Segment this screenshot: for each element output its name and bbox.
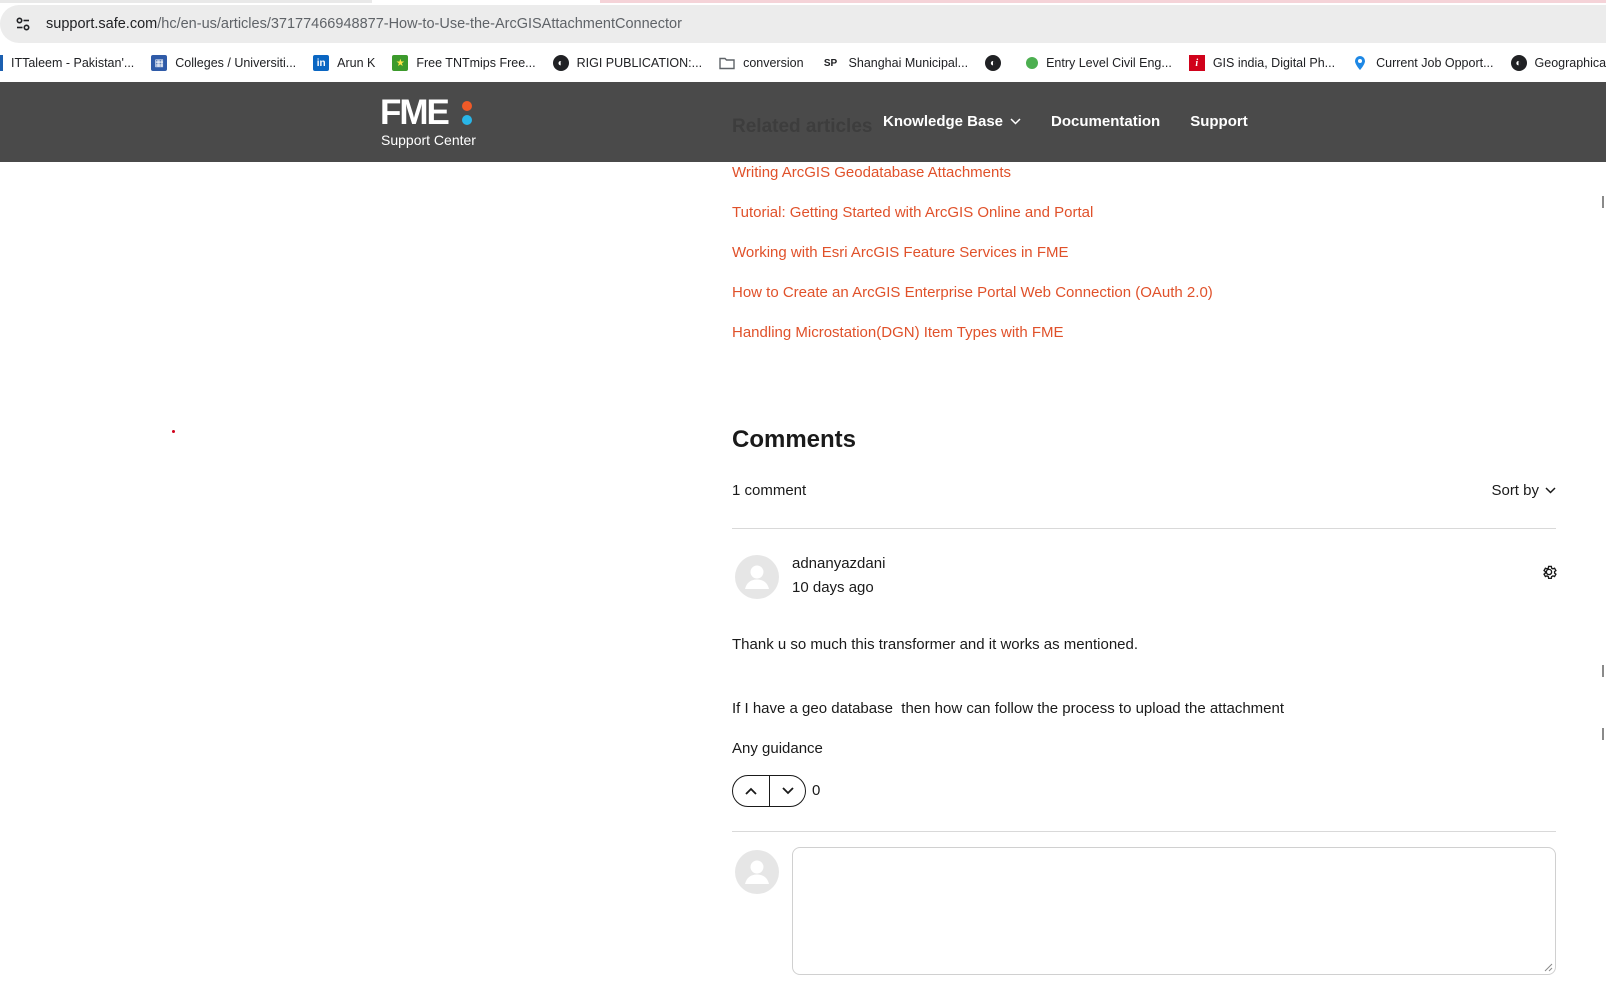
- avatar[interactable]: [735, 555, 779, 599]
- folder-icon: [719, 55, 735, 71]
- green-dot-icon: [1026, 57, 1039, 69]
- comment-author[interactable]: adnanyazdani: [792, 555, 885, 572]
- related-article-link[interactable]: Tutorial: Getting Started with ArcGIS On…: [732, 203, 1213, 243]
- nav-label: Support: [1190, 113, 1248, 130]
- url-text[interactable]: support.safe.com/hc/en-us/articles/37177…: [46, 16, 682, 32]
- bookmark-label: Geographical Infor...: [1534, 56, 1606, 70]
- logo-blue-dot: [462, 115, 472, 125]
- related-article-link[interactable]: How to Create an ArcGIS Enterprise Porta…: [732, 283, 1213, 323]
- related-article-link[interactable]: Working with Esri ArcGIS Feature Service…: [732, 243, 1213, 283]
- bookmark-current-job[interactable]: Current Job Opport...: [1352, 55, 1494, 71]
- bookmark-entry-level[interactable]: Entry Level Civil Eng...: [1026, 56, 1172, 70]
- info-red-icon: i: [1188, 55, 1205, 71]
- star-icon: ★: [392, 55, 409, 71]
- vote-control: [732, 775, 806, 807]
- url-path: /hc/en-us/articles/37177466948877-How-to…: [157, 16, 682, 32]
- site-info-icon[interactable]: [0, 5, 46, 43]
- user-avatar-icon: [745, 565, 769, 589]
- bookmark-label: Shanghai Municipal...: [848, 56, 969, 70]
- edge-marker: [1602, 196, 1604, 208]
- line-bar-icon: [0, 55, 3, 71]
- bookmark-ittaleem[interactable]: ITTaleem - Pakistan'...: [0, 55, 134, 71]
- comments-title: Comments: [732, 426, 857, 453]
- nav-documentation[interactable]: Documentation: [1051, 113, 1160, 130]
- active-tab-edge: [600, 0, 1606, 3]
- sort-by-label: Sort by: [1491, 482, 1539, 499]
- chevron-down-icon: [781, 787, 794, 795]
- linkedin-icon: in: [313, 55, 330, 71]
- current-user-avatar: [735, 850, 779, 894]
- bookmark-globe[interactable]: ◐: [985, 55, 1009, 71]
- related-articles-heading: Related articles: [732, 116, 873, 137]
- comment-reply-input[interactable]: [792, 847, 1556, 975]
- bookmark-colleges[interactable]: ▦ Colleges / Universiti...: [151, 55, 296, 71]
- comments-divider: [732, 528, 1556, 529]
- bookmark-label: Current Job Opport...: [1376, 56, 1494, 70]
- bookmark-conversion[interactable]: conversion: [719, 55, 804, 71]
- red-dot-mark: [172, 430, 175, 433]
- upvote-button[interactable]: [733, 776, 769, 806]
- globe-icon: ◐: [985, 55, 1002, 71]
- inactive-tab-edge: [0, 0, 372, 3]
- calendar-icon: ▦: [151, 55, 168, 71]
- nav-knowledge-base[interactable]: Knowledge Base: [883, 113, 1021, 130]
- edge-marker: [1602, 665, 1604, 677]
- sort-by-dropdown[interactable]: Sort by: [1491, 482, 1556, 499]
- related-article-link[interactable]: Writing ArcGIS Geodatabase Attachments: [732, 163, 1213, 203]
- sp-logo-icon: SP: [823, 57, 838, 69]
- related-articles-list: Writing ArcGIS Geodatabase Attachments T…: [732, 163, 1213, 363]
- logo-wordmark: FME: [380, 93, 450, 132]
- bookmark-label: Free TNTmips Free...: [416, 56, 536, 70]
- logo-subtitle: Support Center: [381, 132, 476, 148]
- logo-red-dot: [462, 101, 472, 111]
- bookmark-arun-k[interactable]: in Arun K: [313, 55, 375, 71]
- comment-body-line: If I have a geo database then how can fo…: [732, 700, 1285, 717]
- bookmark-tntmips[interactable]: ★ Free TNTmips Free...: [392, 55, 536, 71]
- fme-support-logo[interactable]: FME Support Center: [380, 95, 490, 151]
- reply-divider: [732, 831, 1556, 832]
- bookmark-label: ITTaleem - Pakistan'...: [11, 56, 135, 70]
- globe-icon: ◐: [552, 55, 569, 71]
- comment-body-line: Any guidance: [732, 740, 823, 757]
- edge-marker: [1602, 728, 1604, 740]
- bookmark-label: GIS india, Digital Ph...: [1212, 56, 1336, 70]
- vote-count: 0: [812, 782, 821, 799]
- address-bar[interactable]: support.safe.com/hc/en-us/articles/37177…: [0, 5, 1606, 43]
- nav-label: Documentation: [1051, 113, 1161, 130]
- related-article-link[interactable]: Handling Microstation(DGN) Item Types wi…: [732, 323, 1213, 363]
- comment-timestamp: 10 days ago: [792, 579, 874, 596]
- downvote-button[interactable]: [769, 776, 805, 806]
- gear-icon[interactable]: [1540, 563, 1558, 581]
- chevron-down-icon: [1545, 487, 1556, 494]
- main-nav: Knowledge Base Documentation Support: [883, 113, 1278, 130]
- bookmarks-bar: ITTaleem - Pakistan'... ▦ Colleges / Uni…: [0, 46, 1606, 80]
- bookmark-shanghai[interactable]: SP Shanghai Municipal...: [821, 55, 969, 71]
- comment-body-line: Thank u so much this transformer and it …: [732, 636, 1139, 653]
- site-header: FME Support Center Related articles Know…: [0, 82, 1606, 162]
- nav-support[interactable]: Support: [1190, 113, 1248, 130]
- url-host: support.safe.com: [46, 16, 158, 32]
- bookmark-rigi[interactable]: ◐ RIGI PUBLICATION:...: [552, 55, 703, 71]
- comment-count: 1 comment: [732, 482, 807, 499]
- bookmark-label: Entry Level Civil Eng...: [1046, 56, 1172, 70]
- bookmark-label: RIGI PUBLICATION:...: [576, 56, 703, 70]
- map-pin-icon: [1352, 55, 1368, 71]
- nav-label: Knowledge Base: [883, 113, 1004, 130]
- bookmark-gis-india[interactable]: i GIS india, Digital Ph...: [1188, 55, 1336, 71]
- bookmark-geographical[interactable]: ◐ Geographical Infor...: [1510, 55, 1606, 71]
- globe-icon: ◐: [1510, 55, 1527, 71]
- bookmark-label: Colleges / Universiti...: [175, 56, 297, 70]
- chevron-up-icon: [745, 787, 757, 795]
- bookmark-label: Arun K: [337, 56, 376, 70]
- bookmark-label: conversion: [743, 56, 804, 70]
- user-avatar-icon: [745, 860, 769, 884]
- resize-grip-icon[interactable]: [1544, 963, 1553, 972]
- chevron-down-icon: [1010, 118, 1021, 125]
